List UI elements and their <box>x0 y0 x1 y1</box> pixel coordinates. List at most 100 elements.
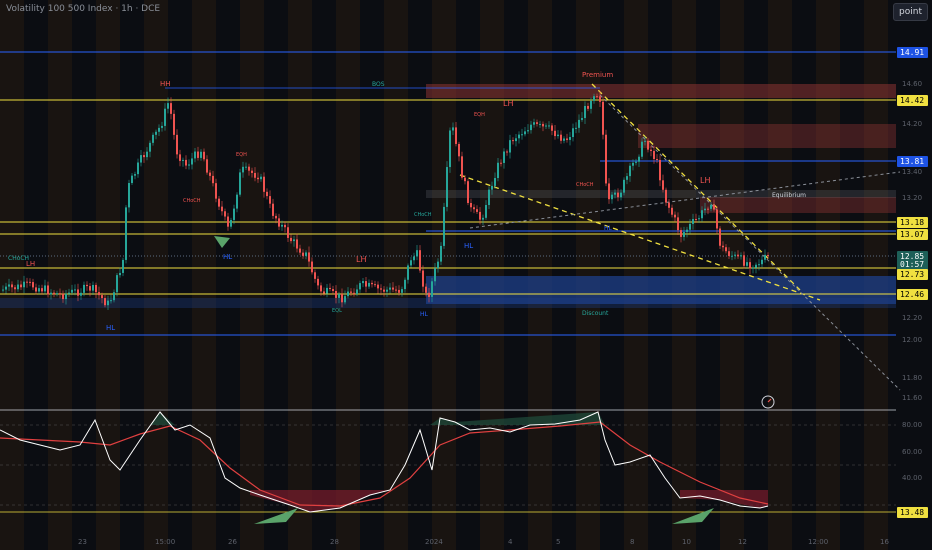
candle-body <box>407 265 409 280</box>
candle-body <box>635 161 637 163</box>
axis-tick-label: 60.00 <box>902 448 923 456</box>
candle-body <box>59 293 61 295</box>
candle-body <box>314 272 316 279</box>
time-axis-label: 15:00 <box>155 538 176 546</box>
candle-body <box>398 289 400 293</box>
candle-body <box>503 151 505 163</box>
candle-body <box>254 172 256 178</box>
candle-body <box>305 252 307 256</box>
candle-body <box>608 183 610 200</box>
candle-body <box>653 151 655 159</box>
point-button[interactable]: point <box>893 3 928 21</box>
candle-body <box>452 127 454 131</box>
session-stripe <box>240 0 264 550</box>
time-axis-label: 2024 <box>425 538 443 546</box>
candle-body <box>344 296 346 303</box>
candle-body <box>272 203 274 216</box>
candle-body <box>755 264 757 268</box>
candle-body <box>83 284 85 293</box>
candle-body <box>149 142 151 152</box>
candle-body <box>65 293 67 300</box>
candle-body <box>53 292 55 295</box>
candle-body <box>29 281 31 283</box>
label-lh-1: LH <box>503 99 513 108</box>
session-stripe <box>672 0 696 550</box>
session-stripe <box>768 0 792 550</box>
candle-body <box>476 209 478 212</box>
label-eql: EQL <box>332 308 342 314</box>
time-axis-label: 8 <box>630 538 635 546</box>
candle-body <box>182 159 184 161</box>
candle-body <box>251 170 253 173</box>
candle-body <box>308 252 310 262</box>
price-badge: 13.18 <box>897 217 928 228</box>
candle-body <box>236 194 238 209</box>
axis-tick-label: 11.80 <box>902 374 923 382</box>
candle-body <box>278 218 280 227</box>
candle-body <box>632 162 634 166</box>
candle-body <box>458 143 460 157</box>
candle-body <box>377 284 379 289</box>
candle-body <box>479 211 481 220</box>
session-stripe <box>192 0 216 550</box>
candle-body <box>17 284 19 290</box>
axis-tick-label: 40.00 <box>902 474 923 482</box>
candle-body <box>680 230 682 237</box>
candle-body <box>326 287 328 294</box>
candle-body <box>311 261 313 273</box>
candle-body <box>749 262 751 269</box>
candle-body <box>455 127 457 144</box>
candle-body <box>359 283 361 290</box>
candle-body <box>227 216 229 227</box>
candle-body <box>26 281 28 283</box>
session-stripe <box>96 0 120 550</box>
candle-body <box>197 151 199 158</box>
price-badge: 14.91 <box>897 47 928 58</box>
candle-body <box>518 134 520 139</box>
candle-body <box>134 174 136 176</box>
candle-body <box>218 198 220 207</box>
candle-body <box>170 103 172 114</box>
discount-zone-low <box>0 298 896 308</box>
axis-tick-label: 14.20 <box>902 120 923 128</box>
label-hl-2: HL <box>223 253 232 261</box>
candle-body <box>617 192 619 198</box>
candle-body <box>362 281 364 284</box>
candle-body <box>125 207 127 260</box>
candle-body <box>659 159 661 181</box>
candle-body <box>356 289 358 295</box>
candle-body <box>710 204 712 209</box>
candle-body <box>98 292 100 296</box>
candle-body <box>491 185 493 190</box>
candle-body <box>497 162 499 179</box>
candle-body <box>590 100 592 109</box>
label-hh: HH <box>160 80 171 88</box>
candle-body <box>299 248 301 253</box>
candle-body <box>95 284 97 293</box>
candle-body <box>374 284 376 286</box>
candle-body <box>413 256 415 261</box>
candle-body <box>80 292 82 296</box>
candle-body <box>464 177 466 182</box>
candle-body <box>32 282 34 288</box>
time-axis-label: 12 <box>738 538 747 546</box>
candle-body <box>551 125 553 131</box>
candle-body <box>257 177 259 180</box>
chart-canvas[interactable]: HH BOS Premium LH LH LH LH HL HL HL HL H… <box>0 0 932 550</box>
candle-body <box>62 293 64 300</box>
candle-body <box>656 158 658 160</box>
candle-body <box>482 217 484 220</box>
candle-body <box>179 154 181 161</box>
session-stripe <box>288 0 312 550</box>
candle-body <box>260 176 262 180</box>
candle-body <box>275 215 277 219</box>
candle-body <box>212 175 214 184</box>
candle-body <box>347 291 349 297</box>
candle-body <box>317 278 319 286</box>
label-choch-3: CHoCH <box>183 198 201 204</box>
candle-body <box>719 228 721 246</box>
candle-body <box>485 204 487 218</box>
candle-body <box>425 286 427 293</box>
candle-body <box>467 181 469 203</box>
candle-body <box>176 134 178 155</box>
